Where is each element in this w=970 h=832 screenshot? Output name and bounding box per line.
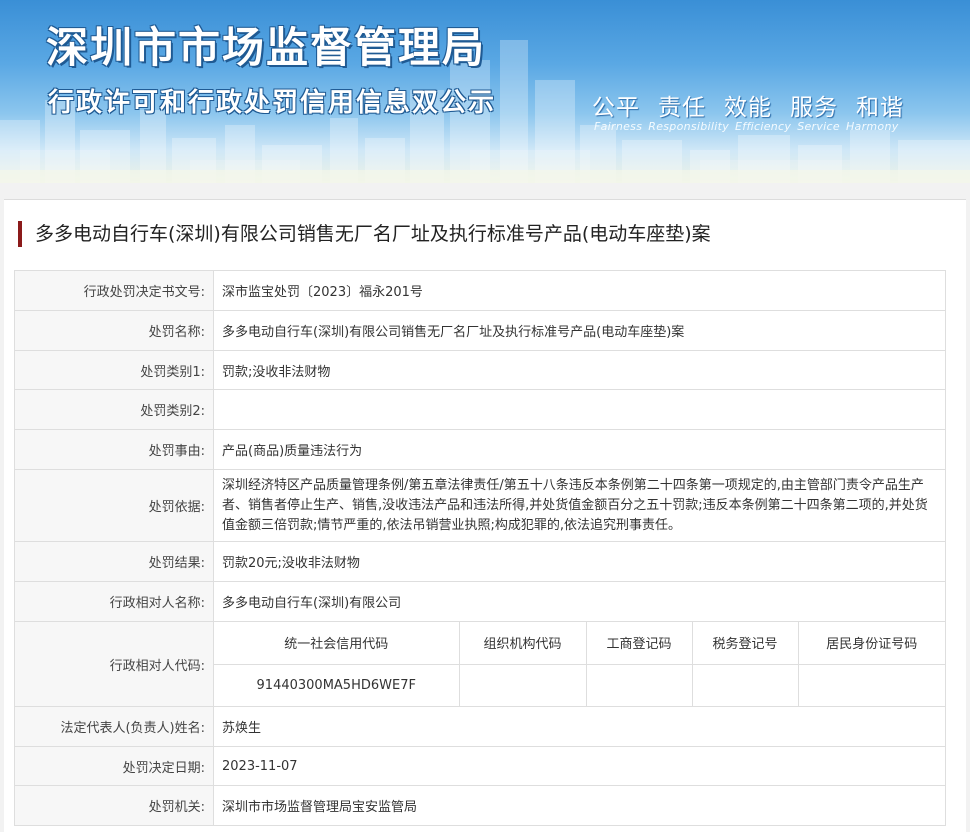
decision-date-label: 处罚决定日期: <box>14 746 214 786</box>
legal-rep-label: 法定代表人(负责人)姓名: <box>14 706 214 747</box>
slogan-cn: 公平 责任 效能 服务 和谐 <box>592 88 922 122</box>
basis-value: 深圳经济特区产品质量管理条例/第五章法律责任/第五十八条违反本条例第二十四条第一… <box>213 469 946 542</box>
party-code-header: 工商登记码 <box>586 622 693 665</box>
penalty-info-table: 行政处罚决定书文号: 深市监宝处罚〔2023〕福永201号 处罚名称: 多多电动… <box>14 270 946 826</box>
decision-no-label: 行政处罚决定书文号: <box>14 270 214 311</box>
slogan-item: 效能 <box>724 95 772 121</box>
table-row: 行政相对人代码: 统一社会信用代码 组织机构代码 工商登记码 税务登记号 居民身… <box>14 621 946 707</box>
slogan-item: 公平 <box>592 95 640 121</box>
penalty-name-value: 多多电动自行车(深圳)有限公司销售无厂名厂址及执行标准号产品(电动车座垫)案 <box>213 310 946 351</box>
case-title: 多多电动自行车(深圳)有限公司销售无厂名厂址及执行标准号产品(电动车座垫)案 <box>18 221 711 247</box>
party-code-value <box>586 664 693 706</box>
slogan-en-item: Service <box>797 120 840 133</box>
slogan-en-item: Efficiency <box>735 120 792 133</box>
slogan-item: 和谐 <box>856 95 904 121</box>
legal-rep-value: 苏焕生 <box>213 706 946 747</box>
authority-value: 深圳市市场监督管理局宝安监管局 <box>213 785 946 826</box>
decision-date-value: 2023-11-07 <box>213 746 946 786</box>
reason-value: 产品(商品)质量违法行为 <box>213 429 946 470</box>
party-code-header: 统一社会信用代码 <box>214 622 460 665</box>
table-row: 处罚事由: 产品(商品)质量违法行为 <box>14 429 946 470</box>
party-code-label: 行政相对人代码: <box>14 621 214 707</box>
party-code-value <box>692 664 799 706</box>
table-row: 处罚依据: 深圳经济特区产品质量管理条例/第五章法律责任/第五十八条违反本条例第… <box>14 469 946 542</box>
table-row: 法定代表人(负责人)姓名: 苏焕生 <box>14 706 946 747</box>
party-code-table: 统一社会信用代码 组织机构代码 工商登记码 税务登记号 居民身份证号码 9144… <box>214 622 945 706</box>
category1-label: 处罚类别1: <box>14 350 214 390</box>
party-code-cell: 统一社会信用代码 组织机构代码 工商登记码 税务登记号 居民身份证号码 9144… <box>213 621 946 707</box>
table-row: 行政相对人名称: 多多电动自行车(深圳)有限公司 <box>14 581 946 622</box>
agency-title: 深圳市市场监督管理局 <box>46 23 487 72</box>
table-row: 处罚名称: 多多电动自行车(深圳)有限公司销售无厂名厂址及执行标准号产品(电动车… <box>14 310 946 351</box>
party-code-value <box>459 664 587 706</box>
slogan-item: 服务 <box>790 95 838 121</box>
basis-label: 处罚依据: <box>14 469 214 542</box>
party-code-header: 组织机构代码 <box>459 622 587 665</box>
party-name-value: 多多电动自行车(深圳)有限公司 <box>213 581 946 622</box>
reason-label: 处罚事由: <box>14 429 214 470</box>
slogan-en-item: Responsibility <box>648 120 730 133</box>
slogan-en-item: Harmony <box>845 120 899 133</box>
table-row: 处罚决定日期: 2023-11-07 <box>14 746 946 786</box>
table-row: 处罚类别2: <box>14 389 946 430</box>
result-value: 罚款20元;没收非法财物 <box>213 541 946 582</box>
penalty-name-label: 处罚名称: <box>14 310 214 351</box>
party-code-header: 居民身份证号码 <box>798 622 945 665</box>
category1-value: 罚款;没收非法财物 <box>213 350 946 390</box>
result-label: 处罚结果: <box>14 541 214 582</box>
table-row: 处罚类别1: 罚款;没收非法财物 <box>14 350 946 390</box>
table-row: 处罚机关: 深圳市市场监督管理局宝安监管局 <box>14 785 946 826</box>
case-detail-panel: 多多电动自行车(深圳)有限公司销售无厂名厂址及执行标准号产品(电动车座垫)案 行… <box>4 199 966 832</box>
party-name-label: 行政相对人名称: <box>14 581 214 622</box>
table-row: 处罚结果: 罚款20元;没收非法财物 <box>14 541 946 582</box>
party-code-value <box>798 664 945 706</box>
agency-subtitle: 行政许可和行政处罚信用信息双公示 <box>48 88 497 118</box>
category2-value <box>213 389 946 430</box>
party-code-header-row: 统一社会信用代码 组织机构代码 工商登记码 税务登记号 居民身份证号码 <box>214 622 945 665</box>
slogan-item: 责任 <box>658 95 706 121</box>
party-code-header: 税务登记号 <box>692 622 799 665</box>
authority-label: 处罚机关: <box>14 785 214 826</box>
slogan-en-item: Fairness <box>594 120 643 133</box>
party-code-value-row: 91440300MA5HD6WE7F <box>214 664 945 706</box>
table-row: 行政处罚决定书文号: 深市监宝处罚〔2023〕福永201号 <box>14 270 946 311</box>
decision-no-value: 深市监宝处罚〔2023〕福永201号 <box>213 270 946 311</box>
slogan-en: Fairness Responsibility Efficiency Service H… <box>594 120 905 133</box>
party-code-value: 91440300MA5HD6WE7F <box>214 664 460 706</box>
header-banner: 深圳市市场监督管理局 行政许可和行政处罚信用信息双公示 公平 责任 效能 服务 和谐 F… <box>0 0 970 183</box>
category2-label: 处罚类别2: <box>14 389 214 430</box>
